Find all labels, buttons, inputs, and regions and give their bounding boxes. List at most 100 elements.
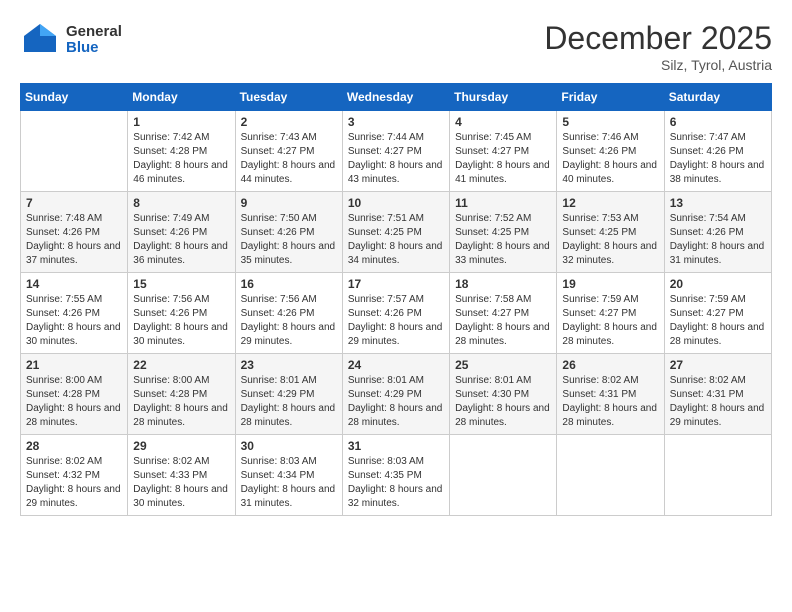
title-block: December 2025 Silz, Tyrol, Austria <box>544 20 772 73</box>
calendar-cell: 22Sunrise: 8:00 AMSunset: 4:28 PMDayligh… <box>128 354 235 435</box>
calendar-cell: 20 Sunrise: 7:59 AMSunset: 4:27 PMDayligh… <box>664 273 771 354</box>
day-number: 29 <box>133 439 229 453</box>
day-info: Sunrise: 7:46 AMSunset: 4:26 PMDaylight:… <box>562 131 658 187</box>
calendar-cell: 30 Sunrise: 8:03 AMSunset: 4:34 PMDayligh… <box>235 435 342 516</box>
logo-text: General Blue <box>66 24 122 57</box>
day-number: 4 <box>455 115 551 129</box>
day-info: Sunrise: 7:51 AMSunset: 4:25 PMDaylight:… <box>348 212 444 268</box>
calendar-cell: 10Sunrise: 7:51 AMSunset: 4:25 PMDayligh… <box>342 192 449 273</box>
day-number: 9 <box>241 196 337 210</box>
calendar-week-row: 1 Sunrise: 7:42 AMSunset: 4:28 PMDaylight… <box>21 111 772 192</box>
day-number: 14 <box>26 277 122 291</box>
day-number: 5 <box>562 115 658 129</box>
day-info: Sunrise: 8:01 AMSunset: 4:29 PMDaylight:… <box>241 374 337 430</box>
weekday-header: Monday <box>128 84 235 111</box>
day-info: Sunrise: 8:03 AMSunset: 4:35 PMDaylight:… <box>348 455 444 511</box>
day-number: 15 <box>133 277 229 291</box>
page-header: General Blue December 2025 Silz, Tyrol, … <box>20 20 772 73</box>
location-title: Silz, Tyrol, Austria <box>544 57 772 73</box>
day-info: Sunrise: 7:57 AMSunset: 4:26 PMDaylight:… <box>348 293 444 349</box>
day-info: Sunrise: 7:45 AMSunset: 4:27 PMDaylight:… <box>455 131 551 187</box>
calendar-cell: 27 Sunrise: 8:02 AMSunset: 4:31 PMDayligh… <box>664 354 771 435</box>
day-number: 27 <box>670 358 766 372</box>
day-number: 6 <box>670 115 766 129</box>
day-info: Sunrise: 7:58 AMSunset: 4:27 PMDaylight:… <box>455 293 551 349</box>
day-info: Sunrise: 7:54 AMSunset: 4:26 PMDaylight:… <box>670 212 766 268</box>
weekday-header: Friday <box>557 84 664 111</box>
weekday-header: Sunday <box>21 84 128 111</box>
calendar-cell: 5 Sunrise: 7:46 AMSunset: 4:26 PMDaylight… <box>557 111 664 192</box>
calendar-cell: 26 Sunrise: 8:02 AMSunset: 4:31 PMDayligh… <box>557 354 664 435</box>
day-info: Sunrise: 7:59 AMSunset: 4:27 PMDaylight:… <box>670 293 766 349</box>
day-info: Sunrise: 7:56 AMSunset: 4:26 PMDaylight:… <box>241 293 337 349</box>
calendar-cell: 31Sunrise: 8:03 AMSunset: 4:35 PMDayligh… <box>342 435 449 516</box>
calendar-cell: 23 Sunrise: 8:01 AMSunset: 4:29 PMDayligh… <box>235 354 342 435</box>
calendar-week-row: 28 Sunrise: 8:02 AMSunset: 4:32 PMDayligh… <box>21 435 772 516</box>
day-number: 26 <box>562 358 658 372</box>
day-number: 28 <box>26 439 122 453</box>
day-number: 20 <box>670 277 766 291</box>
day-info: Sunrise: 7:53 AMSunset: 4:25 PMDaylight:… <box>562 212 658 268</box>
day-info: Sunrise: 8:02 AMSunset: 4:31 PMDaylight:… <box>562 374 658 430</box>
day-info: Sunrise: 7:59 AMSunset: 4:27 PMDaylight:… <box>562 293 658 349</box>
calendar-cell: 7Sunrise: 7:48 AMSunset: 4:26 PMDaylight… <box>21 192 128 273</box>
day-number: 19 <box>562 277 658 291</box>
calendar-cell: 8 Sunrise: 7:49 AMSunset: 4:26 PMDaylight… <box>128 192 235 273</box>
day-info: Sunrise: 8:02 AMSunset: 4:33 PMDaylight:… <box>133 455 229 511</box>
calendar-cell: 21Sunrise: 8:00 AMSunset: 4:28 PMDayligh… <box>21 354 128 435</box>
calendar-cell: 11Sunrise: 7:52 AMSunset: 4:25 PMDayligh… <box>450 192 557 273</box>
day-number: 18 <box>455 277 551 291</box>
day-number: 23 <box>241 358 337 372</box>
calendar-cell <box>664 435 771 516</box>
day-info: Sunrise: 7:56 AMSunset: 4:26 PMDaylight:… <box>133 293 229 349</box>
calendar-week-row: 14 Sunrise: 7:55 AMSunset: 4:26 PMDayligh… <box>21 273 772 354</box>
day-number: 21 <box>26 358 122 372</box>
calendar-week-row: 7Sunrise: 7:48 AMSunset: 4:26 PMDaylight… <box>21 192 772 273</box>
calendar-cell: 18 Sunrise: 7:58 AMSunset: 4:27 PMDayligh… <box>450 273 557 354</box>
day-info: Sunrise: 7:50 AMSunset: 4:26 PMDaylight:… <box>241 212 337 268</box>
calendar-cell: 3Sunrise: 7:44 AMSunset: 4:27 PMDaylight… <box>342 111 449 192</box>
calendar-cell <box>557 435 664 516</box>
calendar-week-row: 21Sunrise: 8:00 AMSunset: 4:28 PMDayligh… <box>21 354 772 435</box>
logo-blue: Blue <box>66 40 122 57</box>
calendar-table: SundayMondayTuesdayWednesdayThursdayFrid… <box>20 83 772 516</box>
calendar-cell: 19 Sunrise: 7:59 AMSunset: 4:27 PMDayligh… <box>557 273 664 354</box>
day-info: Sunrise: 7:52 AMSunset: 4:25 PMDaylight:… <box>455 212 551 268</box>
day-number: 7 <box>26 196 122 210</box>
month-title: December 2025 <box>544 20 772 57</box>
day-number: 25 <box>455 358 551 372</box>
logo: General Blue <box>20 20 122 60</box>
calendar-cell: 28 Sunrise: 8:02 AMSunset: 4:32 PMDayligh… <box>21 435 128 516</box>
day-number: 16 <box>241 277 337 291</box>
day-number: 1 <box>133 115 229 129</box>
calendar-cell: 2 Sunrise: 7:43 AMSunset: 4:27 PMDaylight… <box>235 111 342 192</box>
weekday-header: Saturday <box>664 84 771 111</box>
day-number: 24 <box>348 358 444 372</box>
day-info: Sunrise: 7:44 AMSunset: 4:27 PMDaylight:… <box>348 131 444 187</box>
day-number: 22 <box>133 358 229 372</box>
day-info: Sunrise: 8:01 AMSunset: 4:30 PMDaylight:… <box>455 374 551 430</box>
day-number: 30 <box>241 439 337 453</box>
calendar-cell: 17 Sunrise: 7:57 AMSunset: 4:26 PMDayligh… <box>342 273 449 354</box>
calendar-cell: 6 Sunrise: 7:47 AMSunset: 4:26 PMDaylight… <box>664 111 771 192</box>
day-info: Sunrise: 7:42 AMSunset: 4:28 PMDaylight:… <box>133 131 229 187</box>
calendar-cell: 9 Sunrise: 7:50 AMSunset: 4:26 PMDaylight… <box>235 192 342 273</box>
day-number: 8 <box>133 196 229 210</box>
day-info: Sunrise: 8:02 AMSunset: 4:31 PMDaylight:… <box>670 374 766 430</box>
day-info: Sunrise: 8:03 AMSunset: 4:34 PMDaylight:… <box>241 455 337 511</box>
calendar-cell <box>450 435 557 516</box>
day-info: Sunrise: 7:43 AMSunset: 4:27 PMDaylight:… <box>241 131 337 187</box>
calendar-cell: 25 Sunrise: 8:01 AMSunset: 4:30 PMDayligh… <box>450 354 557 435</box>
calendar-cell: 12 Sunrise: 7:53 AMSunset: 4:25 PMDayligh… <box>557 192 664 273</box>
day-info: Sunrise: 7:47 AMSunset: 4:26 PMDaylight:… <box>670 131 766 187</box>
day-info: Sunrise: 7:55 AMSunset: 4:26 PMDaylight:… <box>26 293 122 349</box>
day-info: Sunrise: 8:02 AMSunset: 4:32 PMDaylight:… <box>26 455 122 511</box>
day-number: 17 <box>348 277 444 291</box>
day-info: Sunrise: 7:49 AMSunset: 4:26 PMDaylight:… <box>133 212 229 268</box>
weekday-header-row: SundayMondayTuesdayWednesdayThursdayFrid… <box>21 84 772 111</box>
day-number: 13 <box>670 196 766 210</box>
day-number: 12 <box>562 196 658 210</box>
calendar-cell: 4 Sunrise: 7:45 AMSunset: 4:27 PMDaylight… <box>450 111 557 192</box>
weekday-header: Wednesday <box>342 84 449 111</box>
day-number: 2 <box>241 115 337 129</box>
